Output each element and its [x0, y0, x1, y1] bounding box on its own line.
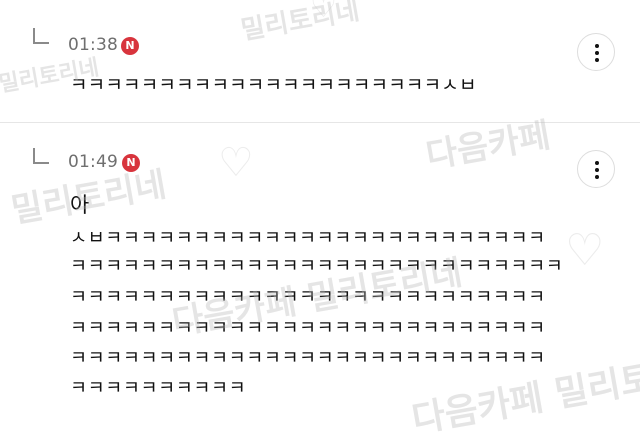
more-vertical-icon: [595, 168, 599, 172]
comment-text-line: ㅋㅋㅋㅋㅋㅋㅋㅋㅋㅋㅋㅋㅋㅋㅋㅋㅋㅋㅋㅋㅋㅋㅋㅋㅋㅋㅋㅋ: [70, 256, 564, 277]
comment-text-line: ㅅㅂㅋㅋㅋㅋㅋㅋㅋㅋㅋㅋㅋㅋㅋㅋㅋㅋㅋㅋㅋㅋㅋㅋㅋㅋㅋ: [70, 228, 546, 249]
comment-item: 01:49 N 아 ㅅㅂㅋㅋㅋㅋㅋㅋㅋㅋㅋㅋㅋㅋㅋㅋㅋㅋㅋㅋㅋㅋㅋㅋㅋㅋㅋ ㅋㅋ…: [0, 0, 640, 434]
new-badge-icon: N: [122, 154, 140, 172]
comment-text-first-line: 아: [70, 193, 90, 217]
reply-arrow-icon: [33, 148, 49, 164]
more-options-button[interactable]: [577, 150, 615, 188]
more-vertical-icon: [595, 175, 599, 179]
comment-text-line: ㅋㅋㅋㅋㅋㅋㅋㅋㅋㅋㅋㅋㅋㅋㅋㅋㅋㅋㅋㅋㅋㅋㅋㅋㅋㅋㅋ: [70, 287, 546, 308]
comment-text-line: ㅋㅋㅋㅋㅋㅋㅋㅋㅋㅋ: [70, 378, 247, 399]
more-vertical-icon: [595, 161, 599, 165]
comment-time: 01:49: [68, 152, 118, 172]
comment-text-line: ㅋㅋㅋㅋㅋㅋㅋㅋㅋㅋㅋㅋㅋㅋㅋㅋㅋㅋㅋㅋㅋㅋㅋㅋㅋㅋㅋ: [70, 318, 546, 339]
comment-text-line: ㅋㅋㅋㅋㅋㅋㅋㅋㅋㅋㅋㅋㅋㅋㅋㅋㅋㅋㅋㅋㅋㅋㅋㅋㅋㅋㅋ: [70, 348, 546, 369]
